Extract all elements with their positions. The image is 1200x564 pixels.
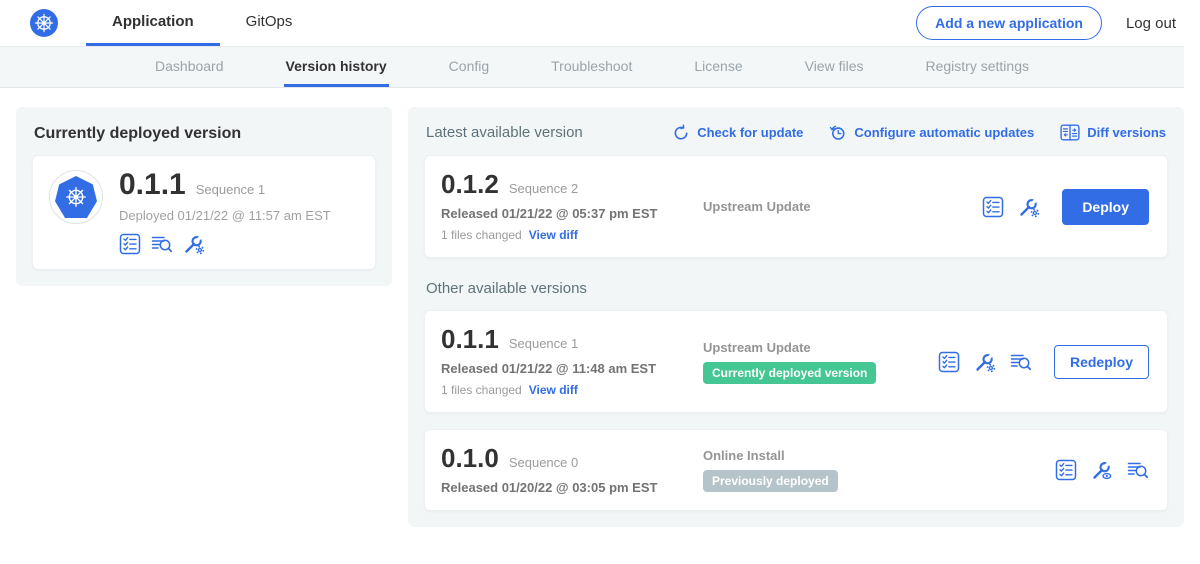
- deployed-actions: [119, 233, 331, 255]
- version-info: 0.1.2 Sequence 2 Released 01/21/22 @ 05:…: [441, 171, 703, 242]
- logs-search-icon[interactable]: [1010, 351, 1032, 373]
- header-tabs: Application GitOps: [86, 0, 318, 46]
- source-label: Upstream Update: [703, 340, 811, 355]
- wrench-gear-icon[interactable]: [974, 351, 996, 373]
- deployed-version-number: 0.1.1: [119, 170, 186, 200]
- diff-versions-label: Diff versions: [1087, 125, 1166, 140]
- configure-automatic-updates-link[interactable]: Configure automatic updates: [829, 124, 1034, 142]
- app-header: Application GitOps Add a new application…: [0, 0, 1200, 46]
- version-info: 0.1.1 Sequence 1 Released 01/21/22 @ 11:…: [441, 326, 703, 397]
- wrench-eye-icon[interactable]: [1091, 459, 1113, 481]
- released-timestamp: Released 01/20/22 @ 03:05 pm EST: [441, 480, 703, 495]
- deployed-version-card: 0.1.1 Sequence 1 Deployed 01/21/22 @ 11:…: [32, 155, 376, 270]
- check-for-update-link[interactable]: Check for update: [672, 124, 803, 142]
- files-changed-label: 1 files changed: [441, 228, 522, 242]
- deployed-panel-title: Currently deployed version: [34, 125, 374, 143]
- latest-version-heading: Latest available version: [426, 124, 583, 141]
- redeploy-button[interactable]: Redeploy: [1054, 345, 1149, 379]
- source-label: Online Install: [703, 448, 785, 463]
- diff-versions-link[interactable]: Diff versions: [1060, 123, 1166, 142]
- version-toolbar: Check for update Configure automatic upd…: [672, 123, 1166, 142]
- previously-deployed-badge: Previously deployed: [703, 470, 838, 492]
- tab-application-label: Application: [112, 13, 194, 30]
- sequence-label: Sequence 0: [509, 455, 578, 470]
- clock-refresh-icon: [829, 124, 847, 142]
- deployed-sequence-label: Sequence 1: [196, 182, 265, 197]
- currently-deployed-badge: Currently deployed version: [703, 362, 876, 384]
- tab-license[interactable]: License: [692, 47, 744, 87]
- tab-application[interactable]: Application: [86, 0, 220, 46]
- header-right: Add a new application Log out: [916, 0, 1200, 46]
- app-icon: [49, 170, 103, 224]
- version-actions: Redeploy: [938, 345, 1151, 379]
- deployed-version-info: 0.1.1 Sequence 1 Deployed 01/21/22 @ 11:…: [119, 170, 331, 255]
- tab-version-history[interactable]: Version history: [284, 47, 389, 87]
- main-content: Currently deployed version 0.1.1 Sequenc…: [0, 88, 1200, 527]
- checklist-icon[interactable]: [1055, 459, 1077, 481]
- released-timestamp: Released 01/21/22 @ 11:48 am EST: [441, 361, 703, 376]
- version-info: 0.1.0 Sequence 0 Released 01/20/22 @ 03:…: [441, 445, 703, 495]
- version-number: 0.1.2: [441, 171, 499, 197]
- logs-search-icon[interactable]: [151, 233, 173, 255]
- sequence-label: Sequence 1: [509, 336, 578, 351]
- deployed-timestamp: Deployed 01/21/22 @ 11:57 am EST: [119, 208, 331, 223]
- logs-search-icon[interactable]: [1127, 459, 1149, 481]
- version-source: Online Install Previously deployed: [703, 448, 1055, 492]
- configure-automatic-updates-label: Configure automatic updates: [854, 125, 1034, 140]
- version-number: 0.1.0: [441, 445, 499, 471]
- released-timestamp: Released 01/21/22 @ 05:37 pm EST: [441, 206, 703, 221]
- version-actions: [1055, 459, 1151, 481]
- logout-button[interactable]: Log out: [1126, 15, 1176, 32]
- version-source: Upstream Update: [703, 199, 982, 214]
- files-changed-label: 1 files changed: [441, 383, 522, 397]
- check-for-update-label: Check for update: [697, 125, 803, 140]
- version-history-panel: Latest available version Check for updat…: [408, 107, 1184, 527]
- other-versions-heading: Other available versions: [426, 280, 1166, 297]
- sequence-label: Sequence 2: [509, 181, 578, 196]
- checklist-icon[interactable]: [938, 351, 960, 373]
- kubernetes-logo-icon: [30, 0, 58, 46]
- tab-gitops[interactable]: GitOps: [220, 0, 319, 46]
- tab-view-files[interactable]: View files: [803, 47, 866, 87]
- version-card-0-1-2: 0.1.2 Sequence 2 Released 01/21/22 @ 05:…: [424, 155, 1168, 258]
- deploy-button[interactable]: Deploy: [1062, 189, 1149, 225]
- currently-deployed-panel: Currently deployed version 0.1.1 Sequenc…: [16, 107, 392, 286]
- wrench-gear-icon[interactable]: [1018, 196, 1040, 218]
- tab-gitops-label: GitOps: [246, 13, 293, 30]
- app-subnav: Dashboard Version history Config Trouble…: [0, 46, 1184, 88]
- tab-config[interactable]: Config: [447, 47, 491, 87]
- tab-troubleshoot[interactable]: Troubleshoot: [549, 47, 634, 87]
- refresh-icon: [672, 124, 690, 142]
- checklist-icon[interactable]: [982, 196, 1004, 218]
- view-diff-link[interactable]: View diff: [529, 228, 578, 242]
- version-actions: Deploy: [982, 189, 1151, 225]
- latest-version-header: Latest available version Check for updat…: [426, 123, 1166, 142]
- diff-icon: [1060, 123, 1080, 142]
- version-card-0-1-0: 0.1.0 Sequence 0 Released 01/20/22 @ 03:…: [424, 429, 1168, 511]
- tab-registry-settings[interactable]: Registry settings: [924, 47, 1031, 87]
- view-diff-link[interactable]: View diff: [529, 383, 578, 397]
- version-card-0-1-1: 0.1.1 Sequence 1 Released 01/21/22 @ 11:…: [424, 310, 1168, 413]
- version-source: Upstream Update Currently deployed versi…: [703, 340, 938, 384]
- wrench-gear-icon[interactable]: [183, 233, 205, 255]
- add-application-button[interactable]: Add a new application: [916, 6, 1102, 40]
- source-label: Upstream Update: [703, 199, 811, 214]
- tab-dashboard[interactable]: Dashboard: [153, 47, 226, 87]
- checklist-icon[interactable]: [119, 233, 141, 255]
- version-number: 0.1.1: [441, 326, 499, 352]
